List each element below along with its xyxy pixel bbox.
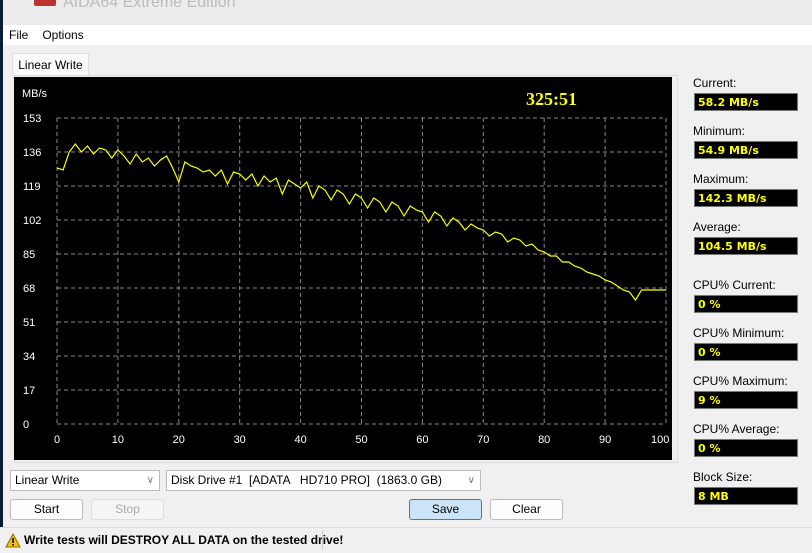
start-button[interactable]: Start [10, 499, 83, 520]
stat-value: 104.5 MB/s [694, 237, 798, 255]
x-tick-label: 30 [234, 434, 246, 446]
stat-value: 0 % [694, 295, 798, 313]
menu-file[interactable]: File [9, 28, 28, 42]
x-tick-label: 100 % [651, 434, 672, 446]
stat-label: Maximum: [693, 172, 749, 186]
stat-value: 54.9 MB/s [694, 141, 798, 159]
warning-text: Write tests will DESTROY ALL DATA on the… [24, 533, 344, 547]
y-tick-label: 68 [23, 283, 35, 295]
clear-button[interactable]: Clear [490, 499, 563, 520]
y-tick-label: 85 [23, 249, 35, 261]
stat-label: Block Size: [693, 470, 753, 484]
drive-value: Disk Drive #1 [ADATA HD710 PRO] (1863.0 … [171, 473, 442, 487]
stat-value: 58.2 MB/s [694, 93, 798, 111]
chart-background [14, 77, 672, 460]
test-type-value: Linear Write [15, 473, 80, 487]
drive-select[interactable]: Disk Drive #1 [ADATA HD710 PRO] (1863.0 … [166, 470, 481, 491]
background-window-title: AIDA64 Extreme Edition [63, 0, 236, 11]
stat-value: 8 MB [694, 487, 798, 505]
status-bar: Write tests will DESTROY ALL DATA on the… [0, 527, 812, 553]
stat-label: CPU% Minimum: [693, 326, 785, 340]
y-tick-label: 102 [23, 215, 41, 227]
status-divider [322, 530, 323, 550]
save-button[interactable]: Save [409, 499, 482, 520]
x-tick-label: 60 [416, 434, 428, 446]
stat-value: 9 % [694, 391, 798, 409]
menu-bar: File Options [3, 25, 812, 45]
y-axis-label: MB/s [22, 88, 48, 100]
x-tick-label: 0 [54, 434, 60, 446]
x-tick-label: 50 [355, 434, 367, 446]
y-tick-label: 51 [23, 317, 35, 329]
stop-button[interactable]: Stop [91, 499, 164, 520]
chevron-down-icon: ∨ [467, 475, 475, 486]
y-tick-label: 0 [23, 419, 29, 431]
y-tick-label: 136 [23, 147, 41, 159]
x-tick-label: 80 [538, 434, 550, 446]
stat-value: 0 % [694, 343, 798, 361]
stat-label: Minimum: [693, 124, 746, 138]
aida-logo-icon [34, 0, 56, 6]
speed-chart: 0 17 34 51 68 85 102 119 136 153 0 10 20 30 40 50 60 70 80… [14, 77, 672, 460]
stat-label: Current: [693, 76, 737, 90]
x-tick-label: 70 [477, 434, 489, 446]
warning-icon [5, 533, 21, 548]
y-tick-label: 34 [23, 351, 35, 363]
background-window: AIDA64 Extreme Edition [3, 0, 812, 27]
x-tick-label: 10 [112, 434, 124, 446]
x-tick-label: 20 [173, 434, 185, 446]
x-tick-label: 90 [599, 434, 611, 446]
y-tick-label: 119 [23, 181, 41, 193]
test-type-select[interactable]: Linear Write ∨ [10, 470, 160, 491]
elapsed-timer: 325:51 [526, 89, 577, 109]
stat-value: 0 % [694, 439, 798, 457]
y-tick-label: 153 [23, 113, 41, 125]
tab-linear-write[interactable]: Linear Write [12, 53, 89, 76]
stat-label: CPU% Maximum: [693, 374, 788, 388]
stat-label: CPU% Current: [693, 278, 776, 292]
chevron-down-icon: ∨ [146, 475, 154, 486]
stat-label: CPU% Average: [693, 422, 780, 436]
menu-options[interactable]: Options [42, 28, 83, 42]
stat-value: 142.3 MB/s [694, 189, 798, 207]
x-tick-label: 40 [294, 434, 306, 446]
stat-label: Average: [693, 220, 741, 234]
y-tick-label: 17 [23, 385, 35, 397]
